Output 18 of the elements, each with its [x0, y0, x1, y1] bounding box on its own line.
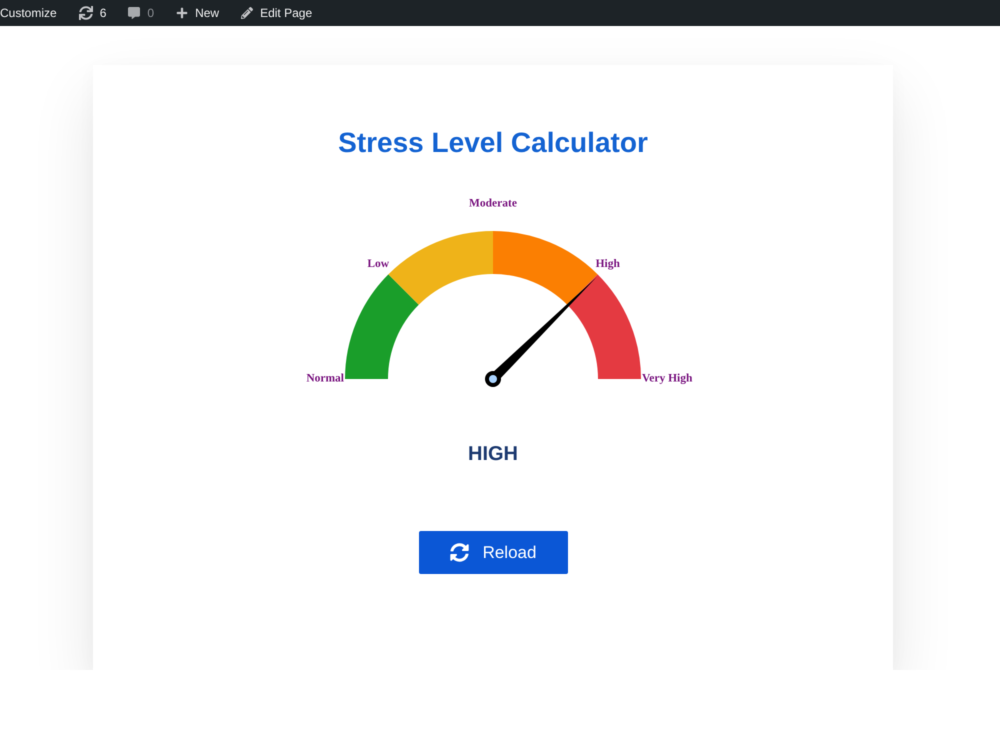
sync-icon — [78, 6, 93, 20]
gauge-label: Very High — [642, 372, 692, 385]
plus-icon — [176, 7, 188, 19]
admin-bar-link[interactable]: 0 — [117, 0, 166, 26]
stress-result: HIGH — [468, 442, 518, 466]
gauge-label: Normal — [306, 372, 344, 385]
calculator-title: Stress Level Calculator — [338, 127, 648, 159]
admin-bar-link[interactable]: Edit Page — [230, 0, 324, 26]
admin-bar-link[interactable]: 6 — [68, 0, 118, 26]
refresh-icon — [450, 543, 469, 562]
reload-button[interactable]: Reload — [418, 531, 568, 574]
gauge-label: Low — [367, 258, 390, 270]
pencil-icon — [241, 7, 254, 19]
admin-bar-link[interactable]: New — [165, 0, 230, 26]
gauge-label: High — [596, 258, 620, 270]
gauge-label: Moderate — [469, 198, 517, 210]
admin-bar-link[interactable]: Customize — [0, 0, 68, 26]
speech-bubble-icon — [128, 7, 140, 19]
